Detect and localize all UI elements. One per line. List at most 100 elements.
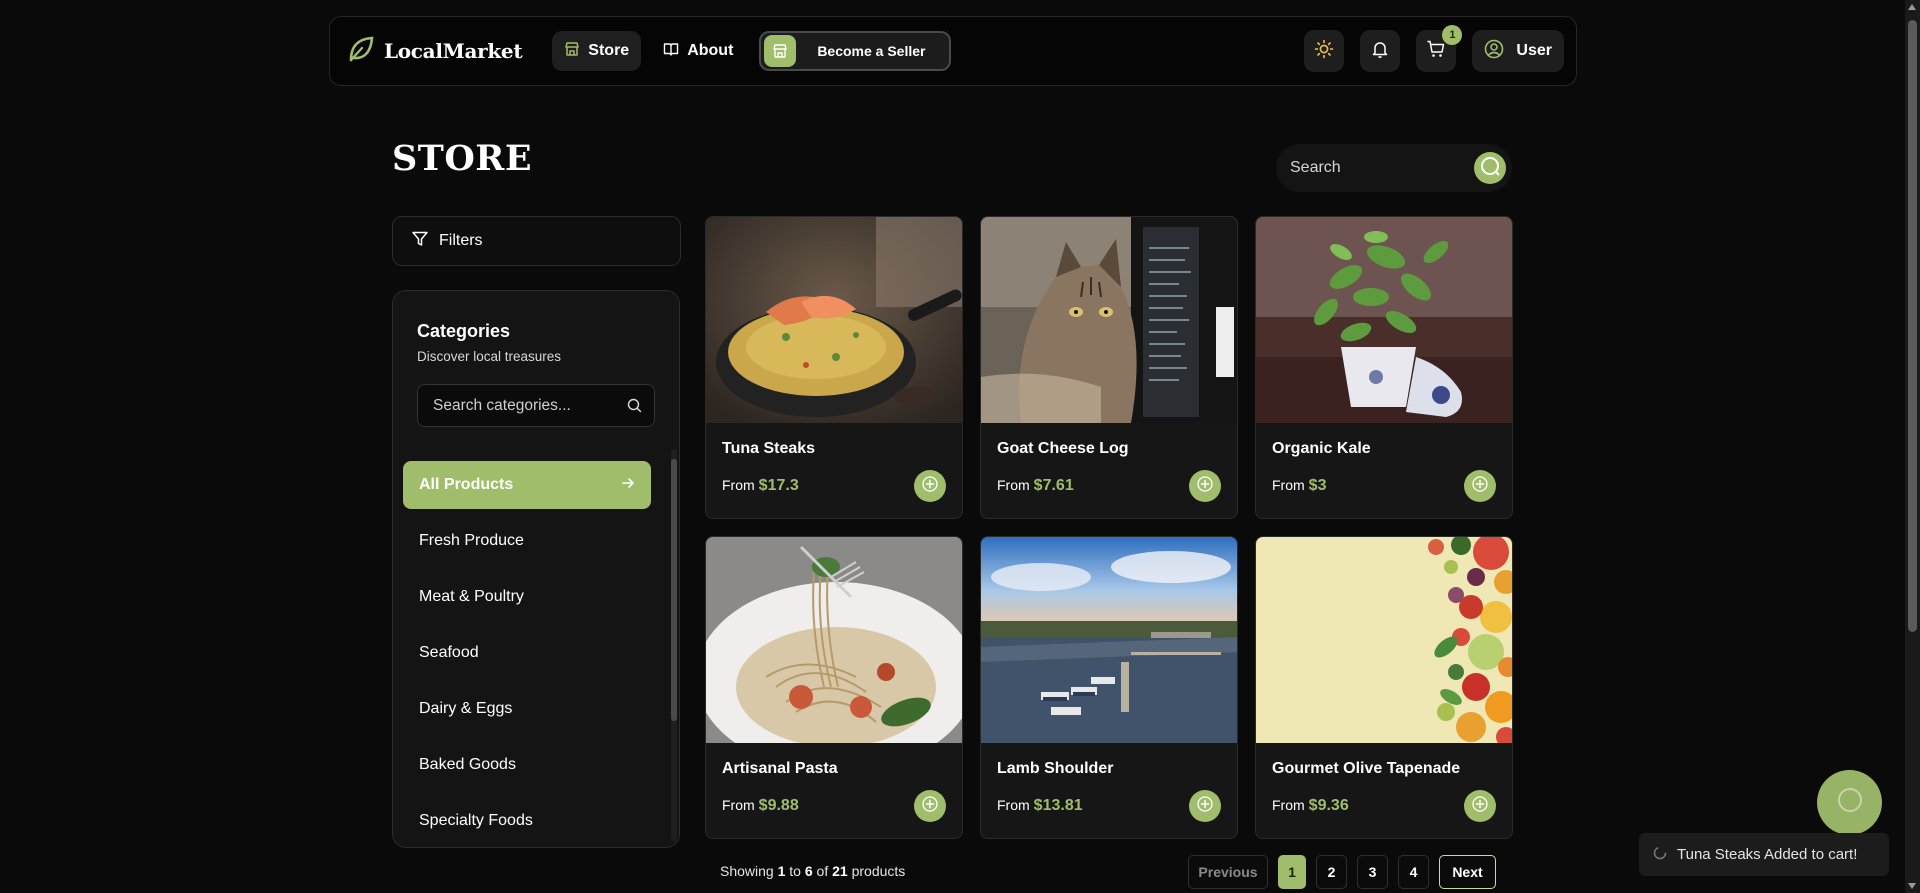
product-card[interactable]: Artisanal Pasta From $9.88 [705, 536, 963, 839]
price-amount: $7.61 [1033, 477, 1074, 494]
cart-count-badge: 1 [1442, 25, 1463, 45]
product-name: Artisanal Pasta [722, 760, 838, 777]
storefront-icon [764, 35, 797, 67]
nav-about-link[interactable]: About [651, 31, 745, 71]
chat-icon [1835, 785, 1865, 820]
product-image-paella[interactable] [706, 217, 962, 423]
showing-start: 1 [777, 863, 786, 879]
product-image-harbor[interactable] [981, 537, 1237, 743]
category-item-specialty-foods[interactable]: Specialty Foods [403, 797, 651, 845]
page-button-2[interactable]: 2 [1316, 855, 1347, 889]
price-prefix: From [722, 797, 755, 813]
add-to-cart-button[interactable] [1464, 790, 1496, 822]
results-count: Showing 1 to 6 of 21 products [720, 863, 905, 879]
product-name: Organic Kale [1272, 440, 1371, 457]
add-to-cart-button[interactable] [914, 470, 946, 502]
page-scrollbar[interactable] [1905, 0, 1920, 893]
cart-button[interactable]: 1 [1416, 25, 1463, 72]
category-item-baked-goods[interactable]: Baked Goods [403, 741, 651, 789]
product-price: From $9.88 [722, 797, 799, 815]
category-item-all-products[interactable]: All Products [403, 461, 651, 509]
showing-suffix: products [851, 863, 906, 879]
arrow-right-icon [621, 476, 635, 495]
category-scrollbar-thumb[interactable] [671, 459, 677, 721]
category-label: All Products [419, 476, 514, 493]
product-price: From $3 [1272, 477, 1326, 495]
add-to-cart-button[interactable] [1189, 790, 1221, 822]
add-to-cart-button[interactable] [1464, 470, 1496, 502]
product-card[interactable]: Organic Kale From $3 [1255, 216, 1513, 519]
category-search-field [417, 384, 655, 427]
chat-fab-button[interactable] [1817, 770, 1882, 835]
leaf-icon [346, 34, 376, 69]
toast-notification: Tuna Steaks Added to cart! [1639, 833, 1889, 876]
price-prefix: From [722, 477, 755, 493]
showing-of: of [816, 863, 829, 879]
category-scrollbar[interactable] [671, 449, 677, 841]
categories-subtitle: Discover local treasures [417, 349, 562, 364]
product-image-spaghetti[interactable] [706, 537, 962, 743]
become-seller-label: Become a Seller [817, 43, 926, 59]
price-amount: $9.36 [1308, 797, 1349, 814]
product-card[interactable]: Tuna Steaks From $17.3 [705, 216, 963, 519]
logo[interactable]: LocalMarket [346, 34, 523, 69]
page-scrollbar-thumb[interactable] [1908, 20, 1917, 632]
search-icon[interactable] [627, 398, 642, 418]
product-name: Gourmet Olive Tapenade [1272, 760, 1461, 777]
plus-icon [1197, 475, 1213, 497]
plus-icon [922, 795, 938, 817]
product-image-mint-plant[interactable] [1256, 217, 1512, 423]
price-prefix: From [1272, 797, 1305, 813]
price-amount: $17.3 [758, 477, 799, 494]
product-price: From $7.61 [997, 477, 1074, 495]
product-image-cat-laptop[interactable] [981, 217, 1237, 423]
category-item-meat-poultry[interactable]: Meat & Poultry [403, 573, 651, 621]
previous-page-button[interactable]: Previous [1188, 855, 1268, 889]
category-label: Specialty Foods [419, 812, 533, 829]
nav-store-link[interactable]: Store [552, 31, 642, 71]
store-icon [564, 41, 580, 62]
price-amount: $3 [1308, 477, 1327, 494]
filters-label: Filters [439, 232, 483, 249]
categories-panel: Categories Discover local treasures All … [392, 290, 680, 848]
plus-icon [922, 475, 938, 497]
product-price: From $17.3 [722, 477, 799, 495]
store-search-input[interactable] [1290, 159, 1470, 177]
page-button-4[interactable]: 4 [1398, 855, 1429, 889]
product-image-fruit-border[interactable] [1256, 537, 1512, 743]
store-search-bar [1276, 144, 1512, 192]
user-menu-button[interactable]: User [1472, 30, 1564, 72]
product-card[interactable]: Lamb Shoulder From $13.81 [980, 536, 1238, 839]
showing-to: to [789, 863, 801, 879]
price-prefix: From [997, 797, 1030, 813]
category-item-fresh-produce[interactable]: Fresh Produce [403, 517, 651, 565]
price-amount: $9.88 [758, 797, 799, 814]
notifications-button[interactable] [1360, 30, 1401, 72]
product-name: Tuna Steaks [722, 440, 816, 457]
become-seller-button[interactable]: Become a Seller [759, 31, 952, 71]
scroll-up-arrow-icon[interactable] [1908, 4, 1916, 10]
scroll-down-arrow-icon[interactable] [1908, 883, 1916, 889]
page-button-3[interactable]: 3 [1357, 855, 1388, 889]
nav-about-label: About [687, 42, 734, 59]
page-button-1[interactable]: 1 [1278, 855, 1306, 889]
add-to-cart-button[interactable] [914, 790, 946, 822]
add-to-cart-button[interactable] [1189, 470, 1221, 502]
category-search-input[interactable] [433, 396, 613, 415]
category-label: Meat & Poultry [419, 588, 524, 605]
filters-button[interactable]: Filters [392, 216, 681, 266]
brand-name: LocalMarket [384, 39, 523, 63]
nav-store-label: Store [588, 42, 630, 59]
category-item-dairy-eggs[interactable]: Dairy & Eggs [403, 685, 651, 733]
category-list: All Products Fresh Produce Meat & Poultr… [403, 461, 651, 847]
top-navbar: LocalMarket Store About Become a Seller [329, 16, 1577, 86]
theme-toggle-button[interactable] [1304, 30, 1345, 72]
next-page-button[interactable]: Next [1439, 855, 1496, 889]
price-amount: $13.81 [1033, 797, 1083, 814]
product-card[interactable]: Gourmet Olive Tapenade From $9.36 [1255, 536, 1513, 839]
product-card[interactable]: Goat Cheese Log From $7.61 [980, 216, 1238, 519]
showing-end: 6 [804, 863, 813, 879]
product-grid: Tuna Steaks From $17.3 Goat Cheese Log F… [705, 216, 1513, 839]
store-search-button[interactable] [1474, 152, 1506, 184]
category-item-seafood[interactable]: Seafood [403, 629, 651, 677]
